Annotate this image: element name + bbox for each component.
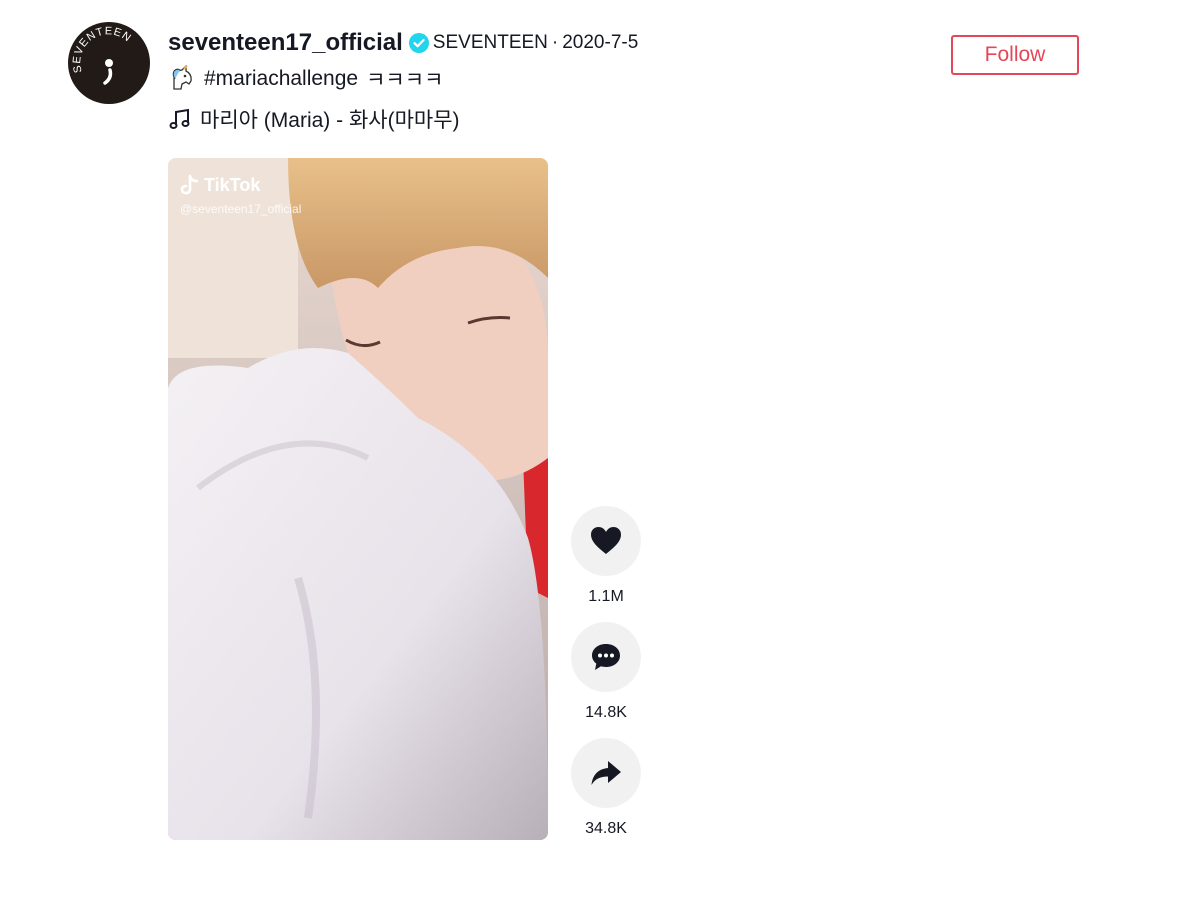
share-action: 34.8K bbox=[571, 738, 641, 838]
follow-button[interactable]: Follow bbox=[951, 35, 1079, 75]
post-header: seventeen17_official SEVENTEEN · 2020-7-… bbox=[168, 28, 638, 58]
username[interactable]: seventeen17_official bbox=[168, 29, 403, 57]
separator: · bbox=[551, 32, 559, 53]
music-link[interactable]: 마리아 (Maria) - 화사(마마무) bbox=[168, 104, 460, 134]
music-note-icon bbox=[168, 107, 192, 131]
caption: #mariachallenge ㅋㅋㅋㅋ bbox=[168, 64, 443, 94]
like-action: 1.1M bbox=[571, 506, 641, 606]
comment-button[interactable] bbox=[571, 622, 641, 692]
comment-action: 14.8K bbox=[571, 622, 641, 722]
video-watermark: TikTok @seventeen17_official bbox=[180, 174, 302, 217]
watermark-brand: TikTok bbox=[204, 174, 261, 195]
watermark-user: @seventeen17_official bbox=[180, 202, 302, 216]
caption-text: ㅋㅋㅋㅋ bbox=[366, 69, 444, 92]
heart-icon bbox=[591, 527, 621, 554]
post-date: 2020-7-5 bbox=[562, 32, 639, 53]
avatar-text: SEVENTEEN bbox=[71, 25, 133, 74]
share-icon bbox=[591, 761, 621, 785]
music-title: 마리아 (Maria) - 화사(마마무) bbox=[200, 109, 460, 132]
comment-count: 14.8K bbox=[585, 704, 627, 721]
hashtag-link[interactable]: #mariachallenge bbox=[204, 67, 358, 91]
tiktok-logo-icon bbox=[180, 174, 199, 195]
nickname: SEVENTEEN bbox=[432, 32, 548, 53]
share-count: 34.8K bbox=[585, 820, 627, 837]
seventeen-logo-icon: SEVENTEEN bbox=[71, 25, 134, 85]
comment-icon bbox=[592, 644, 620, 670]
video-frame bbox=[168, 158, 548, 840]
tiktok-post: SEVENTEEN seventeen17_official SEVENTEEN… bbox=[0, 0, 1204, 898]
verified-badge-icon bbox=[408, 33, 429, 53]
like-count: 1.1M bbox=[588, 588, 624, 605]
avatar[interactable]: SEVENTEEN bbox=[68, 22, 150, 104]
like-button[interactable] bbox=[571, 506, 641, 576]
share-button[interactable] bbox=[571, 738, 641, 808]
svg-text:SEVENTEEN: SEVENTEEN bbox=[71, 25, 134, 74]
video-player[interactable]: TikTok @seventeen17_official bbox=[168, 158, 548, 840]
unicorn-icon bbox=[168, 64, 196, 93]
